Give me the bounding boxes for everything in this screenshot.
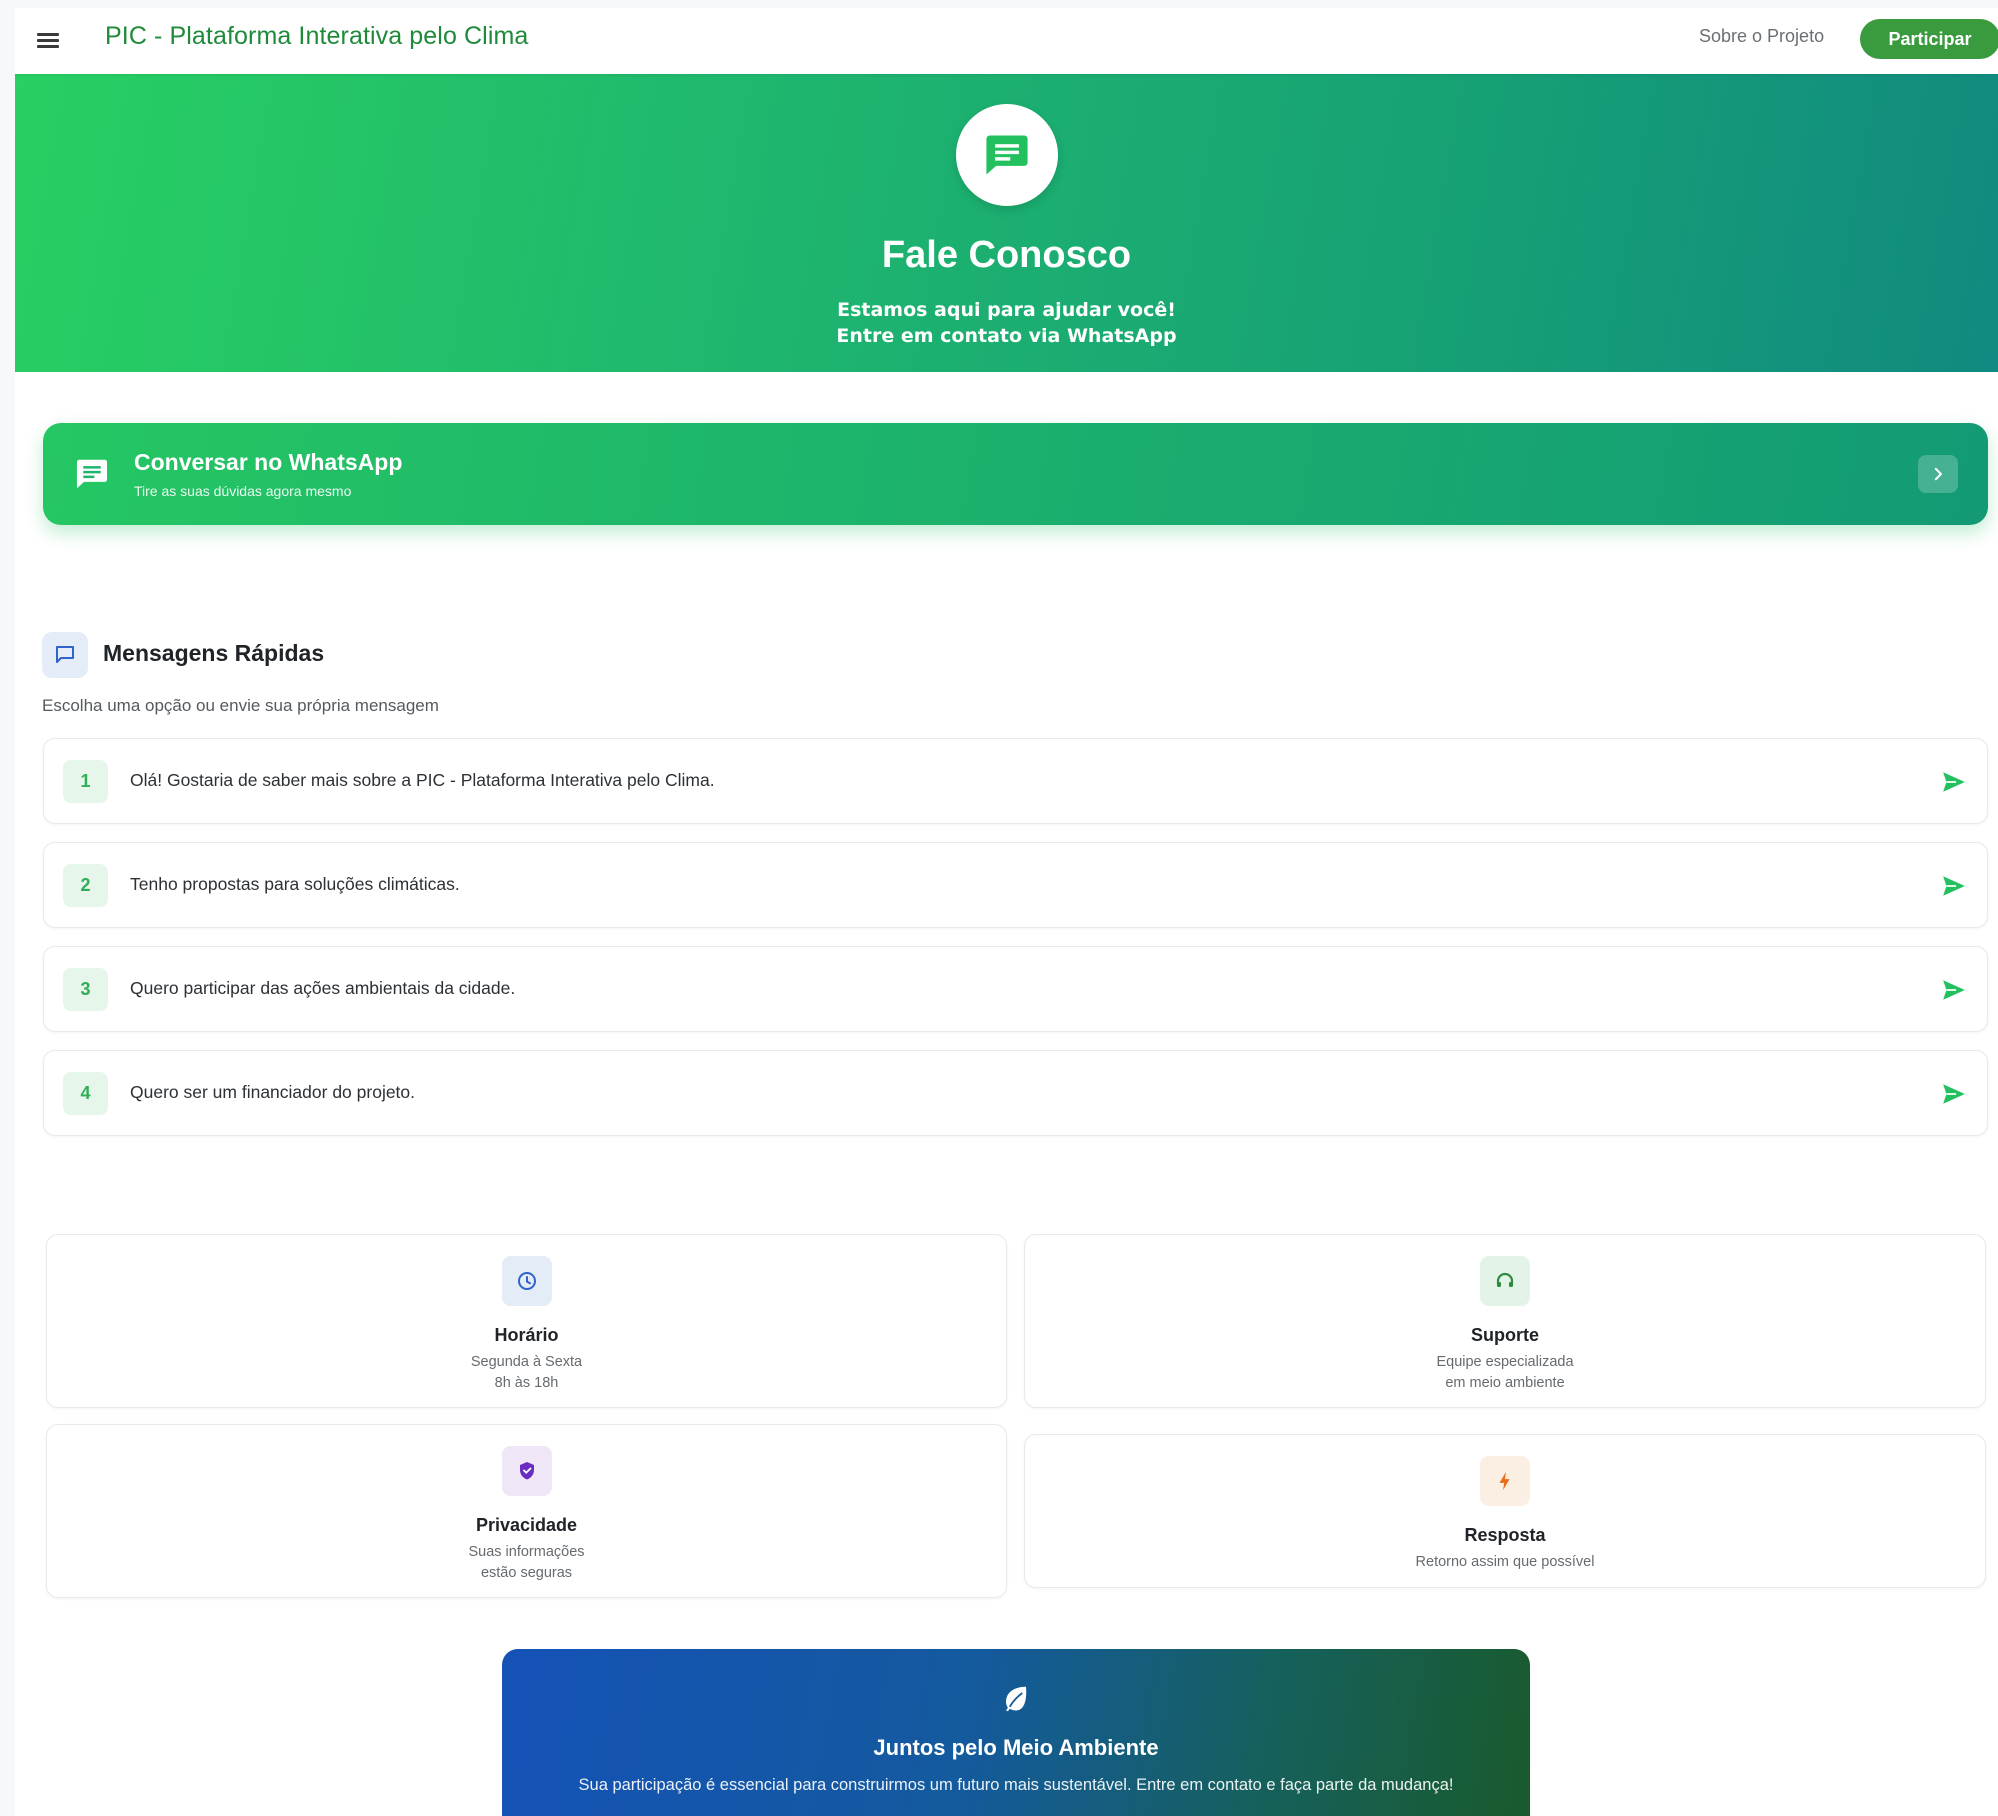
- cta-title: Conversar no WhatsApp: [134, 449, 403, 475]
- quick-message-number: 2: [63, 864, 108, 907]
- info-card-line1: Segunda à Sexta: [470, 1354, 583, 1370]
- hero-title: Fale Conosco: [881, 234, 1132, 276]
- info-card-line1: Equipe especializada: [1436, 1354, 1574, 1370]
- quick-message-number: 3: [63, 968, 108, 1011]
- whatsapp-chat-button[interactable]: Conversar no WhatsApp Tire as suas dúvid…: [43, 423, 1988, 525]
- page: PIC - Plataforma Interativa pelo Clima S…: [15, 8, 1998, 1816]
- info-card-line1: Retorno assim que possível: [1415, 1554, 1595, 1570]
- quick-message-text: Quero ser um financiador do projeto.: [130, 1082, 416, 1102]
- banner-text: Sua participação é essencial para constr…: [578, 1776, 1454, 1794]
- send-icon[interactable]: [1941, 1081, 1967, 1107]
- info-card-line2: 8h às 18h: [494, 1375, 559, 1391]
- chat-message-icon: [985, 135, 1028, 175]
- shield-icon: [501, 1446, 552, 1496]
- hamburger-menu-icon[interactable]: [37, 30, 61, 52]
- info-card-hours: Horário Segunda à Sexta 8h às 18h: [46, 1234, 1007, 1408]
- quick-message-number: 1: [63, 760, 108, 803]
- quick-message-item[interactable]: 4 Quero ser um financiador do projeto.: [43, 1050, 1988, 1136]
- info-card-title: Resposta: [1464, 1525, 1546, 1545]
- info-card-response: Resposta Retorno assim que possível: [1024, 1434, 1986, 1588]
- info-card-privacy: Privacidade Suas informações estão segur…: [46, 1424, 1007, 1598]
- hero-subtitle-line2: Entre em contato via WhatsApp: [836, 325, 1177, 347]
- chat-message-icon: [76, 459, 108, 489]
- quick-message-item[interactable]: 2 Tenho propostas para soluções climátic…: [43, 842, 1988, 928]
- send-icon[interactable]: [1941, 873, 1967, 899]
- info-card-title: Privacidade: [475, 1515, 578, 1535]
- nav-link-about[interactable]: Sobre o Projeto: [1699, 26, 1824, 47]
- chevron-right-glyph: [1934, 467, 1942, 481]
- quick-message-number: 4: [63, 1072, 108, 1115]
- info-card-support: Suporte Equipe especializada em meio amb…: [1024, 1234, 1986, 1408]
- info-card-line2: em meio ambiente: [1445, 1375, 1565, 1391]
- hero-banner: Fale Conosco Estamos aqui para ajudar vo…: [15, 74, 1998, 372]
- send-icon[interactable]: [1941, 769, 1967, 795]
- info-card-title: Horário: [494, 1325, 559, 1345]
- chevron-right-icon[interactable]: [1918, 455, 1958, 493]
- chat-bubble-icon: [42, 632, 88, 678]
- info-card-line1: Suas informações: [468, 1544, 585, 1560]
- quick-messages-title: Mensagens Rápidas: [103, 640, 325, 666]
- top-bar: PIC - Plataforma Interativa pelo Clima S…: [15, 8, 1998, 74]
- hero-subtitle-line1: Estamos aqui para ajudar você!: [837, 299, 1176, 321]
- clock-icon: [501, 1256, 552, 1306]
- info-card-title: Suporte: [1470, 1325, 1539, 1345]
- quick-messages-subtitle: Escolha uma opção ou envie sua própria m…: [42, 696, 439, 715]
- leaf-icon: [1006, 1686, 1027, 1712]
- banner-title: Juntos pelo Meio Ambiente: [873, 1735, 1159, 1760]
- participate-button[interactable]: Participar: [1860, 19, 1998, 59]
- lightning-icon: [1480, 1456, 1530, 1506]
- quick-message-item[interactable]: 1 Olá! Gostaria de saber mais sobre a PI…: [43, 738, 1988, 824]
- app-title[interactable]: PIC - Plataforma Interativa pelo Clima: [105, 22, 528, 51]
- environment-banner: Juntos pelo Meio Ambiente Sua participaç…: [502, 1649, 1530, 1816]
- quick-message-text: Olá! Gostaria de saber mais sobre a PIC …: [130, 770, 715, 790]
- send-icon[interactable]: [1941, 977, 1967, 1003]
- quick-message-text: Tenho propostas para soluções climáticas…: [130, 874, 460, 894]
- headset-icon: [1480, 1256, 1530, 1306]
- cta-subtitle: Tire as suas dúvidas agora mesmo: [134, 483, 352, 499]
- quick-message-item[interactable]: 3 Quero participar das ações ambientais …: [43, 946, 1988, 1032]
- info-card-line2: estão seguras: [480, 1565, 573, 1581]
- quick-message-text: Quero participar das ações ambientais da…: [130, 978, 516, 998]
- hero-icon-badge: [955, 104, 1058, 206]
